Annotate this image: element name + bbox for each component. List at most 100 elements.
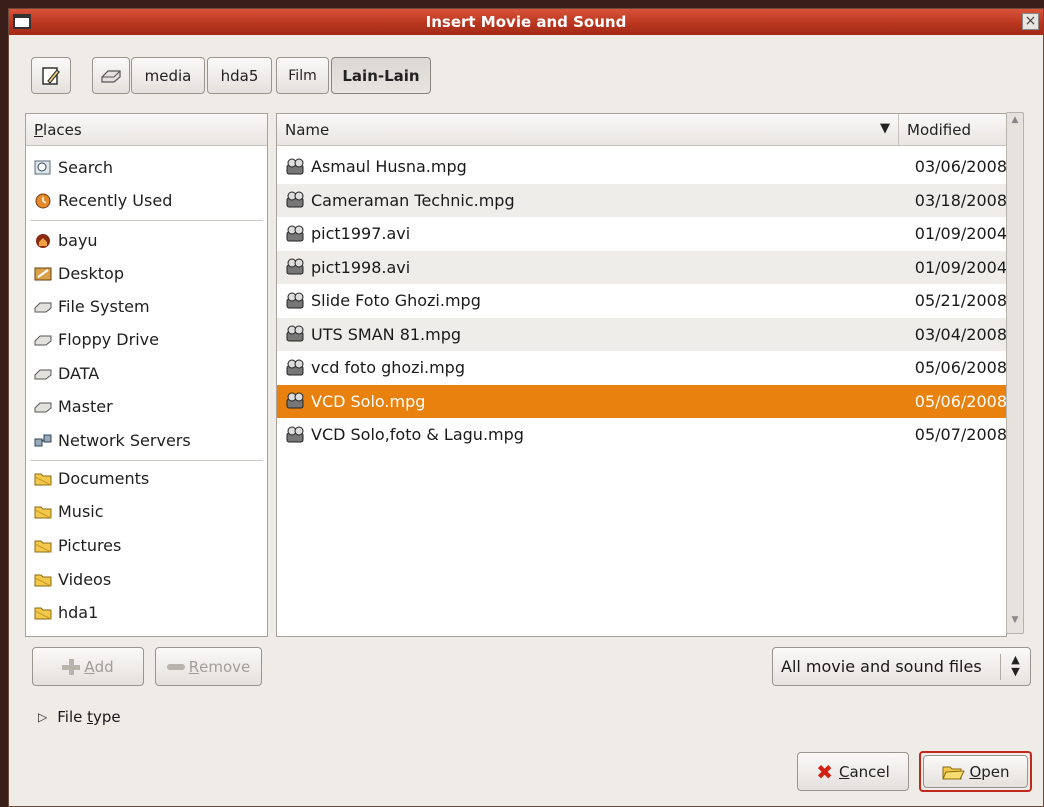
file-name-cell: Slide Foto Ghozi.mpg bbox=[285, 291, 481, 310]
place-file-system[interactable]: File System bbox=[26, 290, 267, 323]
folder-icon bbox=[34, 605, 52, 621]
close-window-button[interactable]: × bbox=[1022, 13, 1039, 30]
path-segment-lain-lain[interactable]: Lain-Lain bbox=[331, 57, 431, 94]
cancel-mnemonic: C bbox=[838, 762, 850, 781]
film-icon bbox=[285, 392, 305, 410]
file-modified: 05/06/2008 bbox=[914, 358, 1007, 378]
open-folder-icon bbox=[942, 766, 966, 779]
place-pictures[interactable]: Pictures bbox=[26, 529, 267, 562]
folder-icon bbox=[34, 572, 52, 588]
file-row[interactable]: pict1997.avi 01/09/2004 bbox=[277, 217, 1007, 251]
add-bookmark-button[interactable]: Add bbox=[32, 647, 144, 686]
film-icon bbox=[285, 158, 305, 176]
plus-icon bbox=[62, 658, 81, 675]
cancel-label: ancel bbox=[849, 762, 890, 781]
file-row[interactable]: Slide Foto Ghozi.mpg 05/21/2008 bbox=[277, 284, 1006, 318]
place-hda1[interactable]: hda1 bbox=[26, 596, 267, 629]
file-type-expander[interactable]: ▷ File t ype bbox=[38, 708, 121, 726]
file-name-cell: pict1997.avi bbox=[285, 224, 410, 243]
place-bayu[interactable]: bayu bbox=[26, 224, 267, 257]
place-search[interactable]: Search bbox=[26, 151, 267, 184]
minus-icon bbox=[166, 663, 185, 670]
path-segment-media[interactable]: media bbox=[131, 57, 205, 94]
place-label: Videos bbox=[58, 570, 112, 589]
place-label: Documents bbox=[58, 469, 150, 488]
file-name: VCD Solo.mpg bbox=[311, 391, 426, 411]
file-row[interactable]: Asmaul Husna.mpg 03/06/2008 bbox=[277, 150, 1006, 184]
drive-icon bbox=[101, 69, 121, 83]
column-modified-label: Modified bbox=[907, 120, 972, 139]
file-modified: 05/07/2008 bbox=[914, 425, 1007, 445]
remove-label: emove bbox=[199, 657, 251, 676]
place-desktop[interactable]: Desktop bbox=[26, 257, 267, 290]
column-header-modified[interactable]: Modified bbox=[899, 114, 1006, 146]
file-name: pict1998.avi bbox=[311, 257, 411, 277]
file-list-scrollbar[interactable]: ▲ ▼ bbox=[1006, 112, 1024, 634]
file-name: vcd foto ghozi.mpg bbox=[311, 358, 465, 378]
place-master[interactable]: Master bbox=[26, 390, 267, 423]
place-documents[interactable]: Documents bbox=[26, 462, 267, 495]
place-videos[interactable]: Videos bbox=[26, 563, 267, 596]
drive-icon bbox=[34, 299, 52, 315]
file-name: Asmaul Husna.mpg bbox=[311, 157, 467, 177]
window-title: Insert Movie and Sound bbox=[425, 13, 627, 31]
cancel-x-icon: ✖ bbox=[816, 759, 833, 784]
file-name: UTS SMAN 81.mpg bbox=[311, 324, 462, 344]
place-label: Recently Used bbox=[58, 191, 173, 210]
path-segment-film[interactable]: Film bbox=[276, 57, 329, 94]
file-name: pict1997.avi bbox=[311, 224, 411, 244]
places-pane: Places Search Recently Used bayu Desktop… bbox=[25, 113, 268, 637]
file-type-label-post: ype bbox=[93, 708, 121, 726]
file-row[interactable]: Cameraman Technic.mpg 03/18/2008 bbox=[277, 183, 1007, 217]
place-label: Pictures bbox=[58, 536, 122, 555]
places-separator bbox=[30, 460, 263, 461]
home-icon bbox=[34, 233, 52, 249]
pencil-icon bbox=[42, 66, 60, 85]
search-icon bbox=[34, 160, 52, 176]
expander-arrow-icon: ▷ bbox=[38, 710, 48, 724]
place-data[interactable]: DATA bbox=[26, 357, 267, 390]
path-segment-hda5[interactable]: hda5 bbox=[207, 57, 272, 94]
file-row[interactable]: pict1998.avi 01/09/2004 bbox=[277, 250, 1007, 284]
places-header[interactable]: Places bbox=[26, 114, 267, 146]
file-row[interactable]: UTS SMAN 81.mpg 03/04/2008 bbox=[277, 317, 1006, 351]
path-root-button[interactable] bbox=[92, 57, 130, 94]
clock-icon bbox=[34, 193, 52, 209]
add-mnemonic: A bbox=[84, 657, 95, 676]
file-modified: 01/09/2004 bbox=[914, 224, 1007, 244]
places-header-label: laces bbox=[43, 120, 82, 139]
file-filter-combo[interactable]: All movie and sound files ▲ ▼ bbox=[772, 647, 1031, 686]
places-header-mnemonic: P bbox=[34, 120, 44, 139]
file-modified: 01/09/2004 bbox=[914, 257, 1007, 277]
place-floppy-drive[interactable]: Floppy Drive bbox=[26, 323, 267, 356]
file-name-cell: vcd foto ghozi.mpg bbox=[285, 358, 465, 377]
scroll-down-icon[interactable]: ▼ bbox=[1008, 615, 1022, 631]
place-music[interactable]: Music bbox=[26, 495, 267, 528]
scroll-up-icon[interactable]: ▲ bbox=[1008, 115, 1022, 131]
file-row[interactable]: VCD Solo.mpg 05/06/2008 bbox=[277, 384, 1006, 418]
title-bar[interactable]: Insert Movie and Sound × bbox=[9, 9, 1043, 35]
column-name-label: Name bbox=[285, 120, 330, 139]
file-modified: 03/18/2008 bbox=[914, 190, 1007, 210]
remove-bookmark-button[interactable]: Remove bbox=[155, 647, 262, 686]
file-row[interactable]: VCD Solo,foto & Lagu.mpg 05/07/2008 bbox=[277, 418, 1007, 452]
sort-down-icon: ▼ bbox=[880, 121, 890, 136]
updown-arrows-icon: ▲ ▼ bbox=[1000, 654, 1030, 680]
edit-location-button[interactable] bbox=[31, 57, 71, 94]
places-separator bbox=[30, 220, 263, 221]
place-label: Desktop bbox=[58, 264, 124, 283]
place-label: bayu bbox=[58, 231, 98, 250]
cancel-button[interactable]: ✖ Cancel bbox=[797, 752, 909, 791]
film-icon bbox=[285, 225, 305, 243]
column-header-name[interactable]: Name ▼ bbox=[277, 114, 899, 146]
remove-mnemonic: R bbox=[188, 657, 200, 676]
folder-icon bbox=[34, 504, 52, 520]
place-network-servers[interactable]: Network Servers bbox=[26, 424, 267, 457]
folder-icon bbox=[34, 471, 52, 487]
file-name-cell: Asmaul Husna.mpg bbox=[285, 157, 467, 176]
place-recently-used[interactable]: Recently Used bbox=[26, 184, 267, 217]
file-row[interactable]: vcd foto ghozi.mpg 05/06/2008 bbox=[277, 351, 1007, 385]
place-label: Network Servers bbox=[58, 431, 191, 450]
place-label: File System bbox=[58, 297, 150, 316]
open-button[interactable]: Open bbox=[923, 755, 1028, 788]
